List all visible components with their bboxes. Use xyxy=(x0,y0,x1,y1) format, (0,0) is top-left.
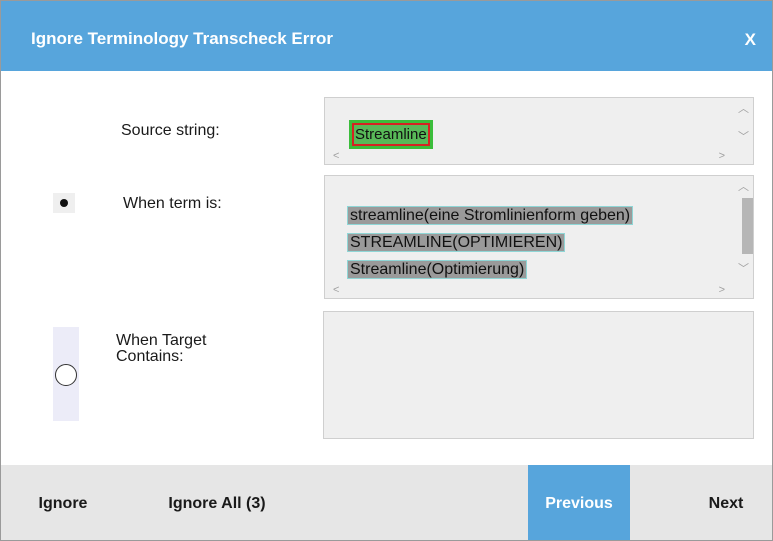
previous-button[interactable]: Previous xyxy=(528,465,630,540)
term-chip: streamline(eine Stromlinienform geben) xyxy=(347,206,634,225)
term-list: streamline(eine Stromlinienform geben) S… xyxy=(347,202,727,283)
scroll-left-icon[interactable]: < xyxy=(333,285,339,296)
term-chip: STREAMLINE(OPTIMIEREN) xyxy=(347,233,566,252)
when-term-label: When term is: xyxy=(123,195,222,212)
scroll-down-icon[interactable]: ﹀ xyxy=(738,264,749,275)
scroll-right-icon[interactable]: > xyxy=(719,151,725,162)
close-icon[interactable]: X xyxy=(745,30,756,50)
source-term-highlight: Streamline xyxy=(349,120,433,149)
dialog-titlebar: Ignore Terminology Transcheck Error X xyxy=(1,1,772,71)
term-list-box[interactable]: streamline(eine Stromlinienform geben) S… xyxy=(324,175,754,299)
source-vertical-scrollbar[interactable]: ︿ ﹀ xyxy=(733,98,753,150)
term-chip: Streamline(Optimierung) xyxy=(347,260,528,279)
when-target-radio[interactable] xyxy=(55,364,77,386)
source-string-label: Source string: xyxy=(121,122,220,139)
scroll-up-icon[interactable]: ︿ xyxy=(738,104,749,115)
when-target-label: When Target Contains: xyxy=(116,332,207,365)
scroll-down-icon[interactable]: ﹀ xyxy=(738,132,749,143)
target-contains-input[interactable] xyxy=(323,311,754,439)
scroll-left-icon[interactable]: < xyxy=(333,151,339,162)
dialog-footer: Ignore Ignore All (3) Previous Next xyxy=(1,465,772,540)
term-vertical-scrollbar[interactable]: ︿ ﹀ xyxy=(733,176,753,284)
source-term-text: Streamline xyxy=(352,123,430,146)
term-horizontal-scrollbar[interactable]: < > xyxy=(325,284,733,298)
ignore-error-dialog: Ignore Terminology Transcheck Error X So… xyxy=(0,0,773,541)
ignore-button[interactable]: Ignore xyxy=(25,465,101,540)
ignore-all-button[interactable]: Ignore All (3) xyxy=(144,465,290,540)
scroll-up-icon[interactable]: ︿ xyxy=(738,182,749,193)
when-term-radio[interactable] xyxy=(53,193,75,213)
source-string-box[interactable]: Streamline ︿ ﹀ < > xyxy=(324,97,754,165)
scrollbar-thumb[interactable] xyxy=(742,198,753,254)
dialog-title: Ignore Terminology Transcheck Error xyxy=(31,29,333,48)
scroll-right-icon[interactable]: > xyxy=(719,285,725,296)
next-button[interactable]: Next xyxy=(691,465,761,540)
source-horizontal-scrollbar[interactable]: < > xyxy=(325,150,733,164)
